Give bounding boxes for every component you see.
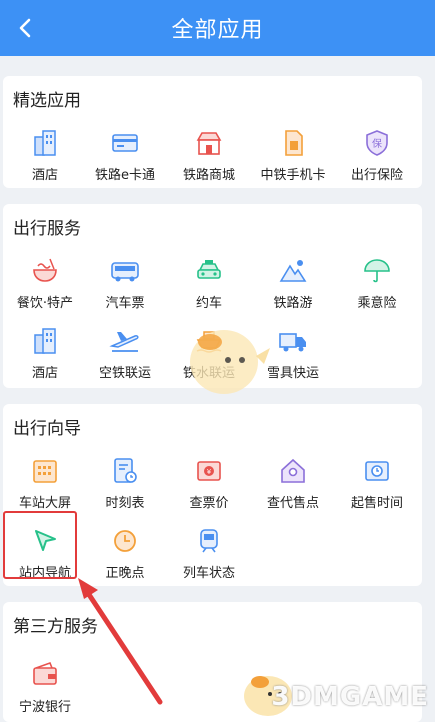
app-label: 餐饮·特产	[16, 296, 74, 311]
app-label: 车站大屏	[18, 496, 71, 511]
ticket-price-icon: ¥	[192, 454, 226, 488]
card-icon	[108, 126, 142, 160]
app-label: 酒店	[31, 366, 58, 381]
section-title: 第三方服务	[13, 617, 98, 637]
app-bus-ticket[interactable]: 汽车票	[83, 254, 167, 314]
svg-text:保: 保	[372, 137, 382, 150]
wallet-icon	[28, 658, 62, 692]
app-timetable[interactable]: 时刻表	[83, 454, 167, 514]
app-sim-card[interactable]: 中铁手机卡	[251, 126, 335, 186]
app-station-screen[interactable]: 车站大屏	[3, 454, 87, 514]
ship-icon	[192, 324, 226, 358]
section-title: 出行向导	[13, 419, 81, 439]
app-railway-mall[interactable]: 铁路商城	[167, 126, 251, 186]
app-agency-query[interactable]: 查代售点	[251, 454, 335, 514]
app-label: 起售时间	[350, 496, 403, 511]
app-railway-tour[interactable]: 铁路游	[251, 254, 335, 314]
house-location-icon	[276, 454, 310, 488]
app-label: 铁路商城	[182, 168, 235, 183]
app-delay-status[interactable]: 正晚点	[83, 524, 167, 584]
app-ningbo-bank[interactable]: 宁波银行	[3, 658, 87, 718]
app-label: 铁水联运	[182, 366, 235, 381]
back-button[interactable]	[8, 10, 44, 46]
app-label: 铁路e卡通	[95, 168, 155, 183]
shop-icon	[192, 126, 226, 160]
app-hotel[interactable]: 酒店	[3, 126, 87, 186]
section-travel-services: 出行服务 餐饮·特产 汽车票 约车 铁路游 乘意险 酒店 空铁联运 铁水联运 雪…	[3, 204, 422, 388]
app-label: 约车	[195, 296, 222, 311]
app-ride-hailing[interactable]: 约车	[167, 254, 251, 314]
hotel-icon	[28, 324, 62, 358]
insurance-shield-icon: 保	[360, 126, 394, 160]
app-label: 中铁手机卡	[260, 168, 326, 183]
app-label: 铁路游	[273, 296, 313, 311]
app-label: 正晚点	[105, 566, 145, 581]
app-label: 出行保险	[350, 168, 403, 183]
screen-grid-icon	[28, 454, 62, 488]
app-label: 时刻表	[105, 496, 145, 511]
app-label: 查代售点	[266, 496, 319, 511]
app-food-specialty[interactable]: 餐饮·特产	[3, 254, 87, 314]
app-label: 汽车票	[105, 296, 145, 311]
app-air-rail[interactable]: 空铁联运	[83, 324, 167, 384]
chevron-left-icon	[19, 18, 31, 38]
noodle-bowl-icon	[28, 254, 62, 288]
app-travel-insurance[interactable]: 保 出行保险	[335, 126, 419, 186]
truck-icon	[276, 324, 310, 358]
app-sale-time[interactable]: 起售时间	[335, 454, 419, 514]
umbrella-icon	[360, 254, 394, 288]
plane-icon	[108, 324, 142, 358]
app-label: 雪具快运	[266, 366, 319, 381]
sim-card-icon	[276, 126, 310, 160]
section-featured-apps: 精选应用 酒店 铁路e卡通 铁路商城 中铁手机卡 保 出行保险	[3, 76, 422, 188]
train-icon	[192, 524, 226, 558]
timetable-icon	[108, 454, 142, 488]
app-label: 查票价	[189, 496, 229, 511]
top-bar: 全部应用	[0, 0, 435, 56]
ticket-time-icon	[360, 454, 394, 488]
section-title: 精选应用	[13, 91, 81, 111]
app-train-status[interactable]: 列车状态	[167, 524, 251, 584]
app-railway-ecard[interactable]: 铁路e卡通	[83, 126, 167, 186]
taxi-icon	[192, 254, 226, 288]
app-hotel-2[interactable]: 酒店	[3, 324, 87, 384]
hotel-icon	[28, 126, 62, 160]
watermark: 3DMGAME	[271, 682, 429, 712]
app-label: 乘意险	[357, 296, 397, 311]
app-rail-water[interactable]: 铁水联运	[167, 324, 251, 384]
mountain-icon	[276, 254, 310, 288]
highlight-box	[3, 511, 77, 579]
clock-icon	[108, 524, 142, 558]
page-title: 全部应用	[171, 18, 264, 43]
app-label: 宁波银行	[18, 700, 71, 715]
app-label: 列车状态	[182, 566, 235, 581]
bus-icon	[108, 254, 142, 288]
app-ski-express[interactable]: 雪具快运	[251, 324, 335, 384]
app-passenger-insurance[interactable]: 乘意险	[335, 254, 419, 314]
app-label: 空铁联运	[98, 366, 151, 381]
app-fare-query[interactable]: ¥ 查票价	[167, 454, 251, 514]
app-label: 酒店	[31, 168, 58, 183]
svg-text:¥: ¥	[207, 468, 212, 476]
section-title: 出行服务	[13, 219, 81, 239]
